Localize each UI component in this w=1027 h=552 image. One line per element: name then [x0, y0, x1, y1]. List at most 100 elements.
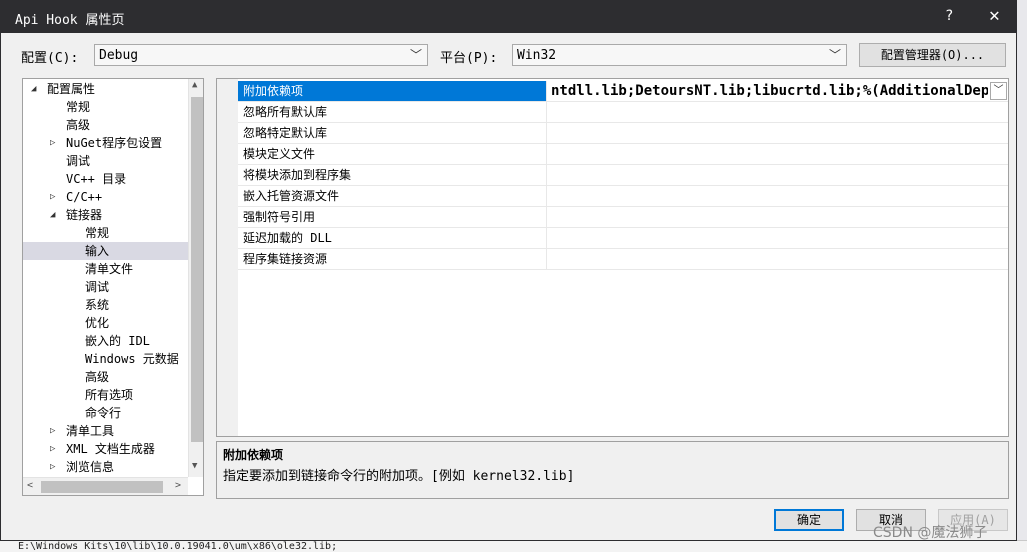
tree-item-label: 浏览信息: [66, 460, 115, 474]
tree-item[interactable]: VC++ 目录: [23, 170, 188, 188]
property-value[interactable]: [548, 144, 1008, 164]
property-value[interactable]: [548, 123, 1008, 143]
chevron-down-icon[interactable]: ﹀: [990, 82, 1007, 100]
property-value[interactable]: ntdll.lib;DetoursNT.lib;libucrtd.lib;%(A…: [548, 81, 988, 101]
tree-item[interactable]: 高级: [23, 116, 188, 134]
collapsed-arrow-icon[interactable]: ▷: [50, 440, 55, 458]
chevron-down-icon: ﹀: [828, 48, 841, 62]
property-pages-dialog: Api Hook 属性页 ? ✕ 配置(C): Debug ﹀ 平台(P): W…: [0, 0, 1017, 541]
property-value[interactable]: [548, 228, 1008, 248]
tree-item[interactable]: 输入: [23, 242, 188, 260]
tree-item[interactable]: 命令行: [23, 404, 188, 422]
tree-horizontal-scrollbar[interactable]: < >: [23, 477, 188, 495]
property-value[interactable]: [548, 207, 1008, 227]
property-name: 程序集链接资源: [238, 249, 547, 269]
property-value[interactable]: [548, 102, 1008, 122]
tree-item-label: 清单工具: [66, 424, 115, 438]
tree-item-label: 系统: [85, 298, 110, 312]
tree-item[interactable]: ▷ 浏览信息: [23, 458, 188, 476]
platform-combobox[interactable]: Win32 ﹀: [512, 44, 847, 66]
property-value[interactable]: [548, 249, 1008, 269]
property-grid: 附加依赖项 ntdll.lib;DetoursNT.lib;libucrtd.li…: [216, 78, 1009, 437]
property-name: 嵌入托管资源文件: [238, 186, 547, 206]
tree-item-label: 嵌入的 IDL: [85, 334, 150, 348]
scroll-left-icon[interactable]: <: [27, 480, 33, 491]
tree-item[interactable]: 调试: [23, 278, 188, 296]
tree-vertical-scrollbar[interactable]: ▲ ▼: [188, 79, 203, 477]
property-row[interactable]: 延迟加载的 DLL: [238, 228, 1008, 249]
title-bar: Api Hook 属性页 ? ✕: [1, 1, 1016, 33]
tree-item-label: 优化: [85, 316, 110, 330]
config-combobox[interactable]: Debug ﹀: [94, 44, 428, 66]
tree-hscroll-thumb[interactable]: [41, 481, 163, 493]
collapsed-arrow-icon[interactable]: ▷: [50, 422, 55, 440]
tree-item[interactable]: 所有选项: [23, 386, 188, 404]
tree-item[interactable]: ▷ XML 文档生成器: [23, 440, 188, 458]
property-value[interactable]: [548, 186, 1008, 206]
property-row[interactable]: 嵌入托管资源文件: [238, 186, 1008, 207]
tree-item-label: 清单文件: [85, 262, 134, 276]
collapsed-arrow-icon[interactable]: ▷: [50, 188, 55, 206]
window-title: Api Hook 属性页: [15, 13, 125, 28]
tree-item[interactable]: ◢ 配置属性: [23, 80, 188, 98]
property-value[interactable]: [548, 165, 1008, 185]
tree-item-label: Windows 元数据: [85, 352, 179, 366]
tree-item[interactable]: 常规: [23, 98, 188, 116]
description-text: 指定要添加到链接命令行的附加项。[例如 kernel32.lib]: [223, 469, 575, 484]
tree-item-label: 输入: [85, 244, 110, 258]
property-row[interactable]: 忽略所有默认库: [238, 102, 1008, 123]
tree-item-label: 链接器: [66, 208, 103, 222]
tree-item[interactable]: ▷ 清单工具: [23, 422, 188, 440]
scroll-right-icon[interactable]: >: [175, 480, 181, 491]
collapsed-arrow-icon[interactable]: ▷: [50, 134, 55, 152]
tree-item[interactable]: 常规: [23, 224, 188, 242]
collapsed-arrow-icon[interactable]: ▷: [50, 458, 55, 476]
tree-item-label: 调试: [85, 280, 110, 294]
grid-gutter: [217, 79, 238, 436]
output-line-text: E:\Windows Kits\10\lib\10.0.19041.0\um\x…: [18, 541, 338, 552]
tree-item-label: 高级: [85, 370, 110, 384]
help-button[interactable]: ?: [945, 8, 953, 24]
tree-item[interactable]: 系统: [23, 296, 188, 314]
description-title: 附加依赖项: [223, 448, 284, 462]
property-row[interactable]: 忽略特定默认库: [238, 123, 1008, 144]
property-row[interactable]: 将模块添加到程序集: [238, 165, 1008, 186]
tree-item[interactable]: 优化: [23, 314, 188, 332]
property-name: 强制符号引用: [238, 207, 547, 227]
tree-item-label: 高级: [66, 118, 91, 132]
property-name: 忽略特定默认库: [238, 123, 547, 143]
tree-item-label: NuGet程序包设置: [66, 136, 163, 150]
description-panel: 附加依赖项 指定要添加到链接命令行的附加项。[例如 kernel32.lib]: [216, 441, 1009, 499]
expanded-arrow-icon[interactable]: ◢: [31, 80, 36, 98]
config-label: 配置(C):: [21, 51, 79, 66]
property-row[interactable]: 模块定义文件: [238, 144, 1008, 165]
tree-item[interactable]: 嵌入的 IDL: [23, 332, 188, 350]
tree-item[interactable]: ▷ C/C++: [23, 188, 188, 206]
tree-vscroll-thumb[interactable]: [191, 97, 203, 442]
property-name: 将模块添加到程序集: [238, 165, 547, 185]
ok-button[interactable]: 确定: [774, 509, 844, 531]
tree-item-label: VC++ 目录: [66, 172, 127, 186]
platform-label: 平台(P):: [440, 51, 498, 66]
scroll-down-icon[interactable]: ▼: [192, 461, 197, 471]
property-row[interactable]: 附加依赖项 ntdll.lib;DetoursNT.lib;libucrtd.li…: [238, 81, 1008, 102]
property-name: 附加依赖项: [238, 81, 547, 101]
tree-item[interactable]: 调试: [23, 152, 188, 170]
scroll-up-icon[interactable]: ▲: [192, 80, 197, 90]
tree-item-label: 所有选项: [85, 388, 134, 402]
tree-item[interactable]: Windows 元数据: [23, 350, 188, 368]
close-icon[interactable]: ✕: [989, 5, 1000, 26]
expanded-arrow-icon[interactable]: ◢: [50, 206, 55, 224]
tree-item[interactable]: ▷ NuGet程序包设置: [23, 134, 188, 152]
tree-item[interactable]: 清单文件: [23, 260, 188, 278]
property-row[interactable]: 程序集链接资源: [238, 249, 1008, 270]
tree-item[interactable]: ◢ 链接器: [23, 206, 188, 224]
tree-item-label: XML 文档生成器: [66, 442, 155, 456]
configuration-manager-button[interactable]: 配置管理器(O)...: [859, 43, 1006, 67]
tree-item[interactable]: 高级: [23, 368, 188, 386]
property-name: 模块定义文件: [238, 144, 547, 164]
property-name: 忽略所有默认库: [238, 102, 547, 122]
property-row[interactable]: 强制符号引用: [238, 207, 1008, 228]
watermark: CSDN @魔法狮子: [873, 525, 988, 541]
property-name: 延迟加载的 DLL: [238, 228, 547, 248]
